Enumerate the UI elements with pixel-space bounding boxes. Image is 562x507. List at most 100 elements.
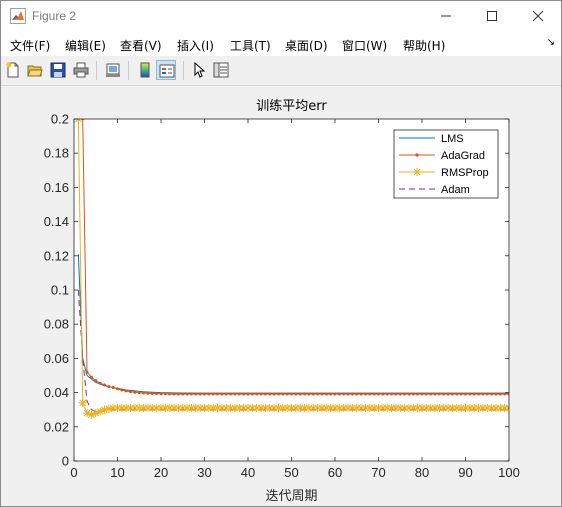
data-point-adagrad	[446, 392, 450, 396]
data-point-adagrad	[263, 392, 267, 396]
minimize-button[interactable]	[423, 1, 469, 32]
data-point-adagrad	[259, 392, 263, 396]
legend[interactable]: LMS AdaGrad RMSProp Adam	[393, 129, 499, 199]
data-point-adagrad	[490, 392, 494, 396]
data-point-adagrad	[111, 385, 115, 389]
legend-label-lms: LMS	[441, 133, 464, 145]
print-button[interactable]	[71, 60, 91, 80]
data-point-adagrad	[485, 392, 489, 396]
minimize-icon	[441, 15, 451, 17]
data-point-adagrad	[450, 392, 454, 396]
toolbar-separator	[96, 61, 97, 80]
link-plot-button[interactable]	[103, 60, 123, 80]
maximize-button[interactable]	[469, 1, 515, 32]
pointer-button[interactable]	[189, 60, 209, 80]
data-point-adagrad	[172, 392, 176, 396]
menu-window[interactable]: 窗口(W)	[342, 37, 387, 54]
chart-title: 训练平均err	[256, 99, 327, 114]
legend-label-rmsprop: RMSProp	[441, 167, 489, 179]
data-point-adagrad	[303, 392, 307, 396]
data-point-adagrad	[381, 392, 385, 396]
menu-help[interactable]: 帮助(H)	[403, 37, 445, 54]
y-tick-label: 0.08	[44, 317, 69, 332]
close-button[interactable]	[515, 1, 561, 32]
data-point-adagrad	[176, 392, 180, 396]
data-point-adagrad	[233, 392, 237, 396]
data-point-adagrad	[320, 392, 324, 396]
data-point-adagrad	[368, 392, 372, 396]
data-point-adagrad	[416, 392, 420, 396]
data-point-adagrad	[181, 392, 185, 396]
menu-insert[interactable]: 插入(I)	[177, 37, 214, 54]
data-point-adagrad	[116, 387, 119, 391]
data-point-adagrad	[363, 392, 367, 396]
data-point-adagrad	[276, 392, 280, 396]
x-tick-label: 70	[371, 465, 385, 480]
data-point-adagrad	[255, 392, 259, 396]
data-point-adagrad	[464, 392, 467, 396]
insert-legend-button[interactable]	[156, 60, 176, 80]
data-point-adagrad	[185, 392, 189, 396]
data-point-adagrad	[102, 383, 106, 387]
data-point-adagrad	[377, 392, 380, 396]
menu-bar: 文件(F) 编辑(E) 查看(V) 插入(I) 工具(T) 桌面(D) 窗口(W…	[1, 32, 561, 56]
data-point-adagrad	[203, 392, 206, 396]
data-point-adagrad	[385, 392, 389, 396]
title-bar[interactable]: Figure 2	[1, 1, 561, 32]
figure-canvas[interactable]: 0 10 20 30 40 50 60 70 80 90 100 0 0.02 0.04 0.06 0.08 0…	[1, 86, 561, 506]
data-point-adagrad	[242, 392, 246, 396]
data-point-adagrad	[403, 392, 407, 396]
data-point-adagrad	[124, 389, 128, 393]
data-point-adagrad	[411, 392, 415, 396]
x-tick-label: 40	[241, 465, 255, 480]
data-point-adagrad	[311, 392, 315, 396]
y-tick-label: 0.18	[44, 146, 69, 161]
property-inspector-button[interactable]	[211, 60, 231, 80]
data-point-adagrad	[316, 392, 320, 396]
y-tick-label: 0.16	[44, 180, 69, 195]
x-tick-label: 60	[328, 465, 342, 480]
data-point-adagrad	[407, 392, 411, 396]
data-point-adagrad	[420, 392, 424, 396]
y-tick-label: 0.04	[44, 385, 69, 400]
data-point-adagrad	[211, 392, 215, 396]
y-tick-label: 0.06	[44, 351, 69, 366]
data-point-adagrad	[329, 392, 333, 396]
x-tick-label: 100	[498, 465, 520, 480]
data-point-adagrad	[355, 392, 359, 396]
data-point-adagrad	[142, 391, 146, 395]
open-file-button[interactable]	[25, 60, 45, 80]
insert-colorbar-button[interactable]	[135, 60, 155, 80]
print-icon	[73, 62, 89, 78]
save-icon	[50, 62, 66, 78]
data-point-adagrad	[137, 391, 141, 395]
data-point-adagrad	[246, 392, 250, 396]
y-tick-label: 0.02	[44, 419, 69, 434]
toolbar-separator	[128, 61, 129, 80]
data-point-adagrad	[372, 392, 376, 396]
menu-tools[interactable]: 工具(T)	[230, 37, 271, 54]
dock-arrow-icon[interactable]: ↘	[547, 37, 555, 48]
data-point-adagrad	[163, 392, 167, 396]
data-point-adagrad	[472, 392, 476, 396]
y-tick-label: 0	[62, 454, 69, 469]
plot-svg: 0 10 20 30 40 50 60 70 80 90 100 0 0.02 0.04 0.06 0.08 0…	[44, 99, 520, 504]
menu-view[interactable]: 查看(V)	[120, 37, 162, 54]
menu-file[interactable]: 文件(F)	[10, 37, 50, 54]
x-tick-label: 90	[458, 465, 472, 480]
window-title: Figure 2	[32, 9, 77, 23]
x-tick-label: 50	[284, 465, 298, 480]
menu-desktop[interactable]: 桌面(D)	[285, 37, 328, 54]
data-point-adagrad	[98, 381, 102, 385]
data-point-adagrad	[442, 392, 446, 396]
data-point-adagrad	[342, 392, 346, 396]
data-point-adagrad	[146, 391, 150, 395]
save-button[interactable]	[48, 60, 68, 80]
new-figure-button[interactable]	[3, 60, 23, 80]
data-point-adagrad	[390, 392, 394, 396]
legend-label-adam: Adam	[441, 184, 470, 196]
data-point-adagrad	[229, 392, 233, 396]
x-tick-label: 80	[415, 465, 429, 480]
data-point-adagrad	[189, 392, 193, 396]
menu-edit[interactable]: 编辑(E)	[65, 37, 106, 54]
